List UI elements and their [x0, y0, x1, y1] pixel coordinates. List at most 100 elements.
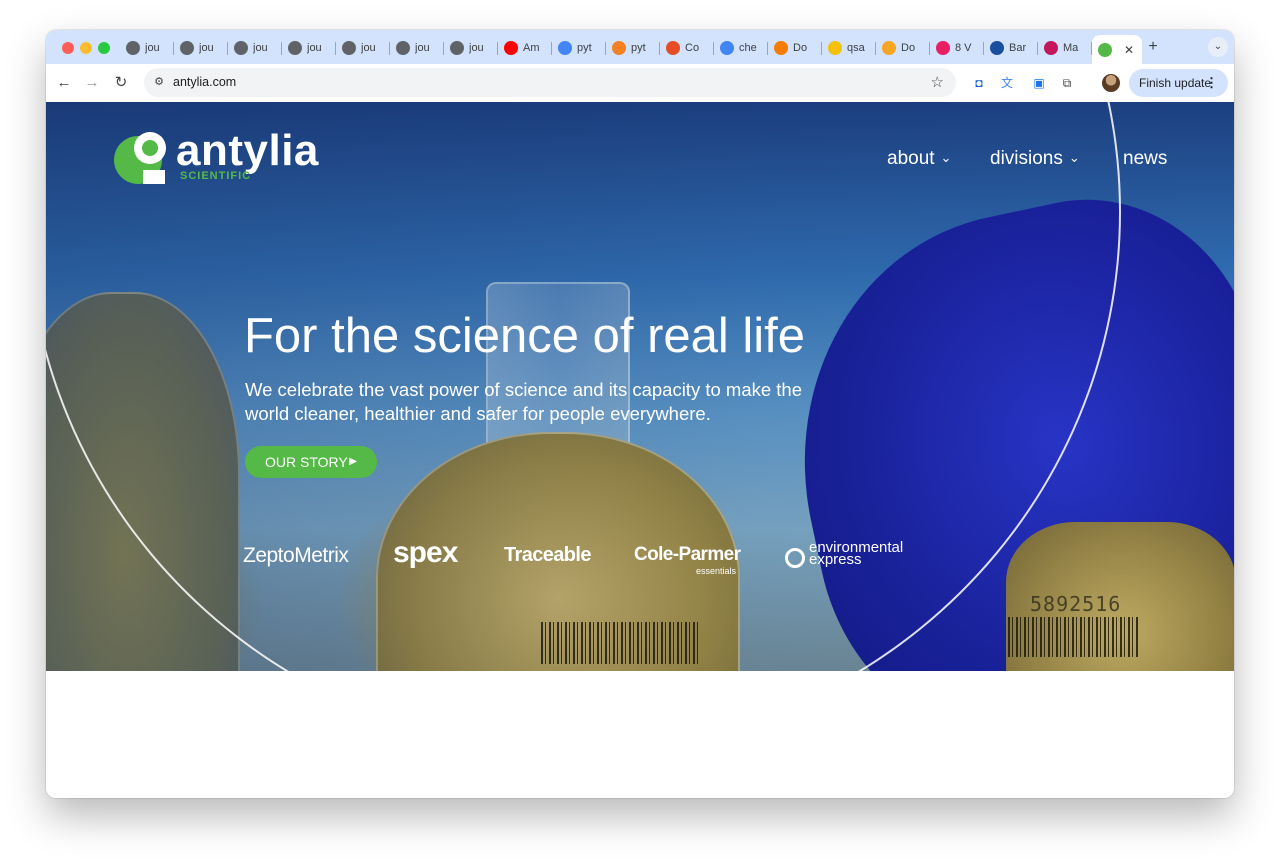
tab-title: jou [415, 42, 430, 54]
screen-cast-extension-icon[interactable]: ▣ [1030, 74, 1048, 92]
maximize-window-button[interactable] [98, 42, 110, 54]
flag-icon [1044, 41, 1058, 55]
tab-title: Bar [1009, 42, 1027, 54]
browser-tab[interactable]: jou [174, 35, 228, 61]
tab-title: jou [307, 42, 322, 54]
chevron-down-icon: ⌄ [1068, 150, 1080, 165]
bitwarden-extension-icon[interactable]: ◘ [970, 74, 988, 92]
tab-title: Do [793, 42, 808, 54]
finish-update-label: Finish update [1139, 76, 1212, 90]
brand-cole-parmer[interactable]: Cole-Parmer [634, 544, 741, 566]
browser-tab[interactable]: pyt [606, 35, 660, 61]
browser-tab[interactable]: jou [336, 35, 390, 61]
environmental-express-icon [785, 548, 805, 568]
minimize-window-button[interactable] [80, 42, 92, 54]
page-below-hero [46, 671, 1234, 798]
play-arrow-icon: ▶ [349, 456, 357, 467]
google-icon [720, 41, 734, 55]
browser-tab[interactable]: Bar [984, 35, 1038, 61]
our-story-button[interactable]: OUR STORY ▶ [245, 446, 377, 478]
site-info-icon[interactable]: ⚙ [152, 75, 166, 89]
browser-tab[interactable]: jou [282, 35, 336, 61]
globe-icon [450, 41, 464, 55]
browser-toolbar: ← → ↻ ⚙ antylia.com ☆ ◘ 文 ▣ ⧉ Finish upd… [46, 64, 1234, 103]
back-button[interactable]: ← [54, 73, 74, 93]
tab-search-button[interactable]: ⌄ [1208, 37, 1228, 57]
openai-icon [180, 41, 194, 55]
browser-tab[interactable]: Ma [1038, 35, 1092, 61]
tab-title: jou [469, 42, 484, 54]
browser-tab[interactable]: jou [444, 35, 498, 61]
hero-section: 5892516 antylia SCIENTIFIC about⌄ divisi… [46, 102, 1234, 671]
browser-tab[interactable]: Am [498, 35, 552, 61]
openai-icon [234, 41, 248, 55]
yellow-square-icon [828, 41, 842, 55]
address-bar[interactable]: ⚙ antylia.com ☆ [144, 68, 956, 97]
brand-spex[interactable]: spex [393, 536, 458, 570]
browser-menu-icon[interactable]: ⋮ [1205, 69, 1218, 97]
browser-tab[interactable]: jou [228, 35, 282, 61]
brand-zeptometrix[interactable]: ZeptoMetrix [243, 544, 349, 568]
our-story-label: OUR STORY [265, 454, 348, 470]
tab-list: jou jou jou jou jou jou jou Am pyt pyt Co che Do qsa D… [120, 35, 1142, 64]
url-text[interactable]: antylia.com [173, 75, 236, 89]
logo-subtitle: SCIENTIFIC [180, 170, 252, 182]
hero-headline: For the science of real life [244, 309, 806, 363]
tab-title: jou [199, 42, 214, 54]
nav-divisions[interactable]: divisions ⌄ [990, 148, 1080, 170]
close-window-button[interactable] [62, 42, 74, 54]
browser-tab[interactable]: Do [768, 35, 822, 61]
translate-extension-icon[interactable]: 文 [998, 74, 1016, 92]
brand-environmental-express[interactable]: environmental express [809, 540, 903, 567]
antylia-icon [1098, 42, 1112, 57]
globe-icon [396, 41, 410, 55]
orange-x-icon [882, 41, 896, 55]
browser-tab[interactable]: Do [876, 35, 930, 61]
new-tab-button[interactable]: + [1142, 36, 1164, 58]
browser-tab[interactable]: jou [120, 35, 174, 61]
tab-title: Am [523, 42, 540, 54]
browser-tab[interactable]: jou [390, 35, 444, 61]
tab-title: qsa [847, 42, 865, 54]
tab-title: 8 V [955, 42, 972, 54]
browser-tab[interactable]: qsa [822, 35, 876, 61]
globe-icon [342, 41, 356, 55]
red-circle-icon [936, 41, 950, 55]
tab-title: Do [901, 42, 916, 54]
tab-title: Co [685, 42, 700, 54]
browser-tab[interactable]: Co [660, 35, 714, 61]
nav-about[interactable]: about ⌄ [887, 148, 951, 170]
browser-tab[interactable]: pyt [552, 35, 606, 61]
nav-news[interactable]: news [1123, 148, 1167, 170]
tab-title: pyt [577, 42, 592, 54]
antylia-logo[interactable]: antylia SCIENTIFIC [110, 126, 330, 186]
brand-cole-parmer-sub: essentials [696, 566, 737, 576]
stackoverflow-icon [612, 41, 626, 55]
joomla-icon [666, 41, 680, 55]
browser-window: jou jou jou jou jou jou jou Am pyt pyt Co che Do qsa D… [46, 30, 1234, 798]
orange-circle-icon [774, 41, 788, 55]
close-tab-icon[interactable]: ✕ [1124, 43, 1134, 57]
tab-title: jou [145, 42, 160, 54]
finish-update-button[interactable]: Finish update ⋮ [1129, 69, 1228, 97]
tab-strip: jou jou jou jou jou jou jou Am pyt pyt Co che Do qsa D… [46, 30, 1234, 64]
forward-button[interactable]: → [82, 73, 102, 93]
openai-icon [288, 41, 302, 55]
openai-icon [126, 41, 140, 55]
browser-tab[interactable]: che [714, 35, 768, 61]
tab-title: jou [361, 42, 376, 54]
tab-title: pyt [631, 42, 646, 54]
reload-button[interactable]: ↻ [111, 73, 131, 93]
chevron-down-icon: ⌄ [940, 150, 952, 165]
chart-icon [990, 41, 1004, 55]
browser-tab-active[interactable]: ✕ [1092, 35, 1142, 64]
browser-tab[interactable]: 8 V [930, 35, 984, 61]
antylia-logo-mark [114, 132, 166, 184]
bookmark-star-icon[interactable]: ☆ [931, 73, 944, 91]
brand-traceable[interactable]: Traceable [504, 544, 591, 567]
youtube-icon [504, 41, 518, 55]
profile-avatar[interactable] [1102, 74, 1120, 92]
extensions-puzzle-icon[interactable]: ⧉ [1058, 74, 1076, 92]
tab-title: Ma [1063, 42, 1079, 54]
tab-title: jou [253, 42, 268, 54]
